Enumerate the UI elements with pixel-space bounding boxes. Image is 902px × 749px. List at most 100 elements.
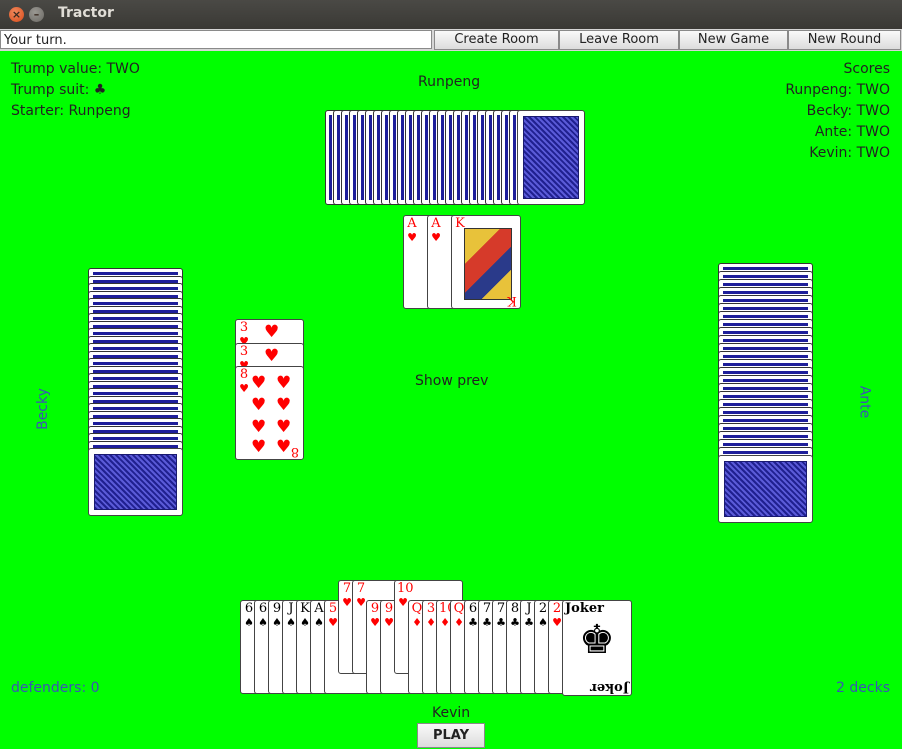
card-back-edge <box>93 332 178 335</box>
card-back-edge <box>93 317 178 320</box>
starter: Starter: Runpeng <box>11 103 131 119</box>
game-table: Trump value: TWO Trump suit: ♣ Starter: … <box>0 51 902 749</box>
card-back-edge <box>93 377 178 380</box>
card-back-edge <box>497 115 500 200</box>
suit-icon: ♥ <box>276 417 292 437</box>
play-button[interactable]: PLAY <box>417 723 485 748</box>
card-back-edge <box>93 392 178 395</box>
trump-suit: Trump suit: ♣ <box>11 82 107 98</box>
player-name-right: Ante <box>856 385 873 419</box>
card-back-edge <box>385 115 388 200</box>
card-back <box>517 110 585 205</box>
suit-icon: ♥ <box>276 373 292 393</box>
card-back-edge <box>723 395 808 398</box>
player-name-left: Becky <box>34 388 51 430</box>
suit-icon: ♥ <box>276 395 292 415</box>
card-back <box>88 448 183 516</box>
card-back-edge <box>457 115 460 200</box>
card-back-edge <box>393 115 396 200</box>
scores-title: Scores <box>843 61 890 77</box>
player-name-top: Runpeng <box>418 74 481 90</box>
card-back-edge <box>93 362 178 365</box>
card-rank: A <box>407 216 417 231</box>
card-back-edge <box>723 283 808 286</box>
card-back-edge <box>441 115 444 200</box>
card-back-edge <box>723 275 808 278</box>
card-back-edge <box>723 411 808 414</box>
card-back-edge <box>473 115 476 200</box>
card-back-edge <box>723 307 808 310</box>
card-back <box>718 455 813 523</box>
score-row: Runpeng: TWO <box>785 82 890 98</box>
card-back-edge <box>723 427 808 430</box>
defenders-count: defenders: 0 <box>11 680 100 696</box>
card-back-edge <box>723 379 808 382</box>
card-back-edge <box>723 267 808 270</box>
card-back-edge <box>93 407 178 410</box>
minimize-icon[interactable]: – <box>29 7 44 22</box>
card-rank: 7 <box>356 581 366 596</box>
trump-value: Trump value: TWO <box>11 61 140 77</box>
card-rank: Joker <box>565 601 604 616</box>
card-back-edge <box>723 323 808 326</box>
suit-icon: ♥ <box>239 382 249 395</box>
king-face-icon <box>464 228 512 300</box>
card-back-edge <box>465 115 468 200</box>
card-back-edge <box>723 355 808 358</box>
suit-icon: ♥ <box>251 373 267 393</box>
jester-icon: ♚ <box>579 617 615 663</box>
card-back-edge <box>723 291 808 294</box>
player-name-bottom: Kevin <box>432 705 471 721</box>
card-rank-bottom: K <box>507 293 517 308</box>
card-back-edge <box>353 115 356 200</box>
played-card: 8 ♥ ♥ ♥ ♥ ♥ ♥ ♥ ♥ ♥ 8 <box>235 366 304 460</box>
deck-count: 2 decks <box>836 680 890 696</box>
score-row: Ante: TWO <box>814 124 890 140</box>
status-field[interactable]: Your turn. <box>0 30 432 49</box>
game-window: × – Tractor Your turn. Create Room Leave… <box>0 0 902 749</box>
card-back-edge <box>329 115 332 200</box>
card-back-edge <box>723 403 808 406</box>
new-round-button[interactable]: New Round <box>788 30 901 50</box>
card-back-edge <box>723 419 808 422</box>
card-back-edge <box>409 115 412 200</box>
card-back-edge <box>377 115 380 200</box>
suit-icon: ♥ <box>264 346 280 366</box>
close-icon[interactable]: × <box>9 7 24 22</box>
card-rank: 3 <box>239 344 249 359</box>
card-back-edge <box>93 437 178 440</box>
card-rank-bottom: Joker <box>590 680 629 695</box>
card-back-edge <box>93 272 178 275</box>
card-back-edge <box>723 299 808 302</box>
card-back-edge <box>417 115 420 200</box>
card-back-edge <box>93 347 178 350</box>
card-rank: 8 <box>239 367 249 382</box>
card-rank: 10 <box>397 581 414 596</box>
title-bar: × – Tractor <box>0 0 902 30</box>
window-title: Tractor <box>58 5 114 21</box>
card-back-edge <box>723 443 808 446</box>
leave-room-button[interactable]: Leave Room <box>559 30 679 50</box>
card-back-edge <box>723 315 808 318</box>
score-row: Becky: TWO <box>806 103 890 119</box>
show-prev-button[interactable]: Show prev <box>415 373 488 389</box>
card-back-edge <box>513 115 516 200</box>
card-back-edge <box>723 347 808 350</box>
hand-card[interactable]: Joker ♚ Joker <box>562 600 632 696</box>
create-room-button[interactable]: Create Room <box>434 30 559 50</box>
suit-icon: ♥ <box>251 395 267 415</box>
played-card: KK <box>451 215 521 309</box>
card-rank-bottom: 8 <box>290 444 300 459</box>
suit-icon: ♥ <box>251 417 267 437</box>
card-rank: 3 <box>239 320 249 335</box>
card-back-edge <box>345 115 348 200</box>
card-back-edge <box>723 387 808 390</box>
score-row: Kevin: TWO <box>809 145 890 161</box>
suit-icon: ♥ <box>431 231 441 244</box>
card-back-edge <box>723 339 808 342</box>
card-back-edge <box>93 302 178 305</box>
card-back-edge <box>449 115 452 200</box>
suit-icon: ♥ <box>407 231 417 244</box>
new-game-button[interactable]: New Game <box>679 30 788 50</box>
card-back-edge <box>489 115 492 200</box>
